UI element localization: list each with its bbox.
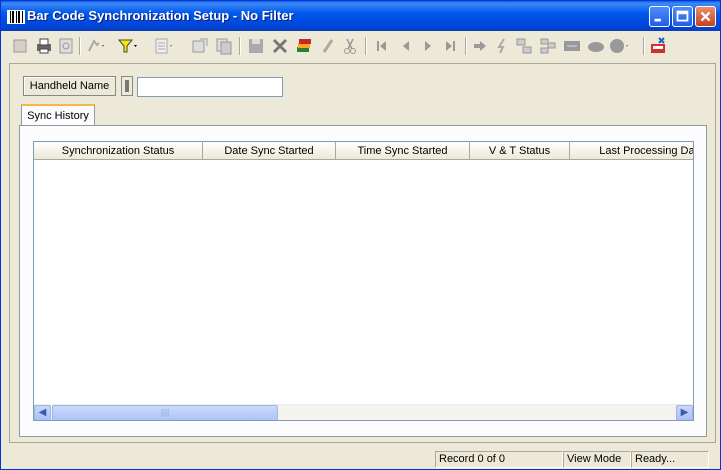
status-bar: Record 0 of 0 View Mode Ready... xyxy=(1,449,720,469)
save-icon xyxy=(249,39,263,53)
scroll-right-button[interactable]: ▶ xyxy=(676,405,693,420)
title-bar[interactable]: Bar Code Synchronization Setup - No Filt… xyxy=(1,1,720,31)
last-record-button[interactable] xyxy=(439,35,461,57)
list-button[interactable] xyxy=(151,35,173,57)
grid-button[interactable] xyxy=(561,35,583,57)
scroll-left-arrow-icon: ◀ xyxy=(38,407,47,418)
print-button[interactable] xyxy=(33,35,55,57)
handheld-lookup-button[interactable] xyxy=(121,76,133,96)
record-count-status: Record 0 of 0 xyxy=(435,451,563,468)
first-record-button[interactable] xyxy=(371,35,393,57)
tree2-button[interactable] xyxy=(537,35,559,57)
preview-icon xyxy=(59,38,73,54)
barcode-app-icon xyxy=(7,10,25,24)
copy-button[interactable] xyxy=(213,35,235,57)
grid-icon xyxy=(564,41,580,51)
print-icon xyxy=(37,38,51,54)
exit-button[interactable] xyxy=(647,35,669,57)
toolbar-separator xyxy=(365,37,367,55)
exit-icon xyxy=(651,37,665,53)
cut-button[interactable] xyxy=(339,35,361,57)
column-header-vt-status[interactable]: V & T Status xyxy=(470,142,570,160)
column-header-time-started[interactable]: Time Sync Started xyxy=(336,142,470,160)
sync-history-grid[interactable]: Synchronization Status Date Sync Started… xyxy=(33,141,694,421)
column-header-date-started[interactable]: Date Sync Started xyxy=(203,142,336,160)
close-icon xyxy=(700,11,711,22)
next-record-button[interactable] xyxy=(417,35,439,57)
toolbar-separator xyxy=(465,37,467,55)
toolbar-separator xyxy=(239,37,241,55)
handheld-name-input[interactable] xyxy=(137,77,283,97)
window-title: Bar Code Synchronization Setup - No Filt… xyxy=(27,8,294,23)
cut-icon xyxy=(344,38,356,54)
tab-sync-history[interactable]: Sync History xyxy=(21,104,95,126)
prev-icon xyxy=(403,41,409,51)
new-button[interactable] xyxy=(9,35,31,57)
new-icon xyxy=(13,39,27,53)
column-header-sync-status[interactable]: Synchronization Status xyxy=(34,142,203,160)
tree-icon xyxy=(516,38,532,54)
cloud-button[interactable] xyxy=(585,35,607,57)
tree-button[interactable] xyxy=(513,35,535,57)
mode-status: View Mode xyxy=(563,451,631,468)
globe-button[interactable] xyxy=(607,35,629,57)
undo-icon xyxy=(322,39,334,53)
delete-button[interactable] xyxy=(269,35,291,57)
first-icon xyxy=(377,41,386,51)
scroll-left-button[interactable]: ◀ xyxy=(34,405,51,420)
goto-icon xyxy=(474,41,486,51)
run-button[interactable] xyxy=(83,35,105,57)
copy-icon xyxy=(216,38,232,55)
tree2-icon xyxy=(540,38,556,54)
undo-button[interactable] xyxy=(317,35,339,57)
scroll-right-arrow-icon: ▶ xyxy=(680,407,689,418)
maximize-button[interactable] xyxy=(672,6,693,27)
filter-icon xyxy=(117,39,137,53)
list-icon xyxy=(155,38,172,54)
column-header-last-processing-date[interactable]: Last Processing Date xyxy=(570,142,693,160)
horizontal-scrollbar[interactable]: ◀ |||| ▶ xyxy=(34,404,693,420)
handheld-name-button[interactable]: Handheld Name xyxy=(23,76,116,96)
toolbar-separator xyxy=(79,37,81,55)
scroll-thumb[interactable]: |||| xyxy=(52,405,278,420)
prev-record-button[interactable] xyxy=(395,35,417,57)
last-icon xyxy=(446,41,455,51)
filter-button[interactable] xyxy=(115,35,137,57)
globe-icon xyxy=(610,39,628,53)
maximize-icon xyxy=(676,10,689,22)
scroll-thumb-grip-icon: |||| xyxy=(160,408,170,417)
close-button[interactable] xyxy=(695,6,716,27)
export-button[interactable] xyxy=(189,35,211,57)
main-toolbar xyxy=(5,34,718,60)
next-icon xyxy=(425,41,431,51)
save-button[interactable] xyxy=(245,35,267,57)
cloud-icon xyxy=(588,42,604,52)
export-icon xyxy=(192,38,208,53)
toolbar-separator xyxy=(643,37,645,55)
lookup-grip-icon xyxy=(125,80,129,92)
preview-button[interactable] xyxy=(55,35,77,57)
delete-icon xyxy=(272,38,288,54)
run-icon xyxy=(88,39,104,52)
edit-icon xyxy=(297,39,311,52)
ready-status: Ready... xyxy=(631,451,709,468)
edit-button[interactable] xyxy=(293,35,315,57)
application-window: Bar Code Synchronization Setup - No Filt… xyxy=(0,0,721,470)
grid-header: Synchronization Status Date Sync Started… xyxy=(34,142,693,160)
minimize-icon xyxy=(654,18,661,22)
process-button[interactable] xyxy=(491,35,513,57)
minimize-button[interactable] xyxy=(649,6,670,27)
process-icon xyxy=(497,38,505,54)
goto-button[interactable] xyxy=(469,35,491,57)
